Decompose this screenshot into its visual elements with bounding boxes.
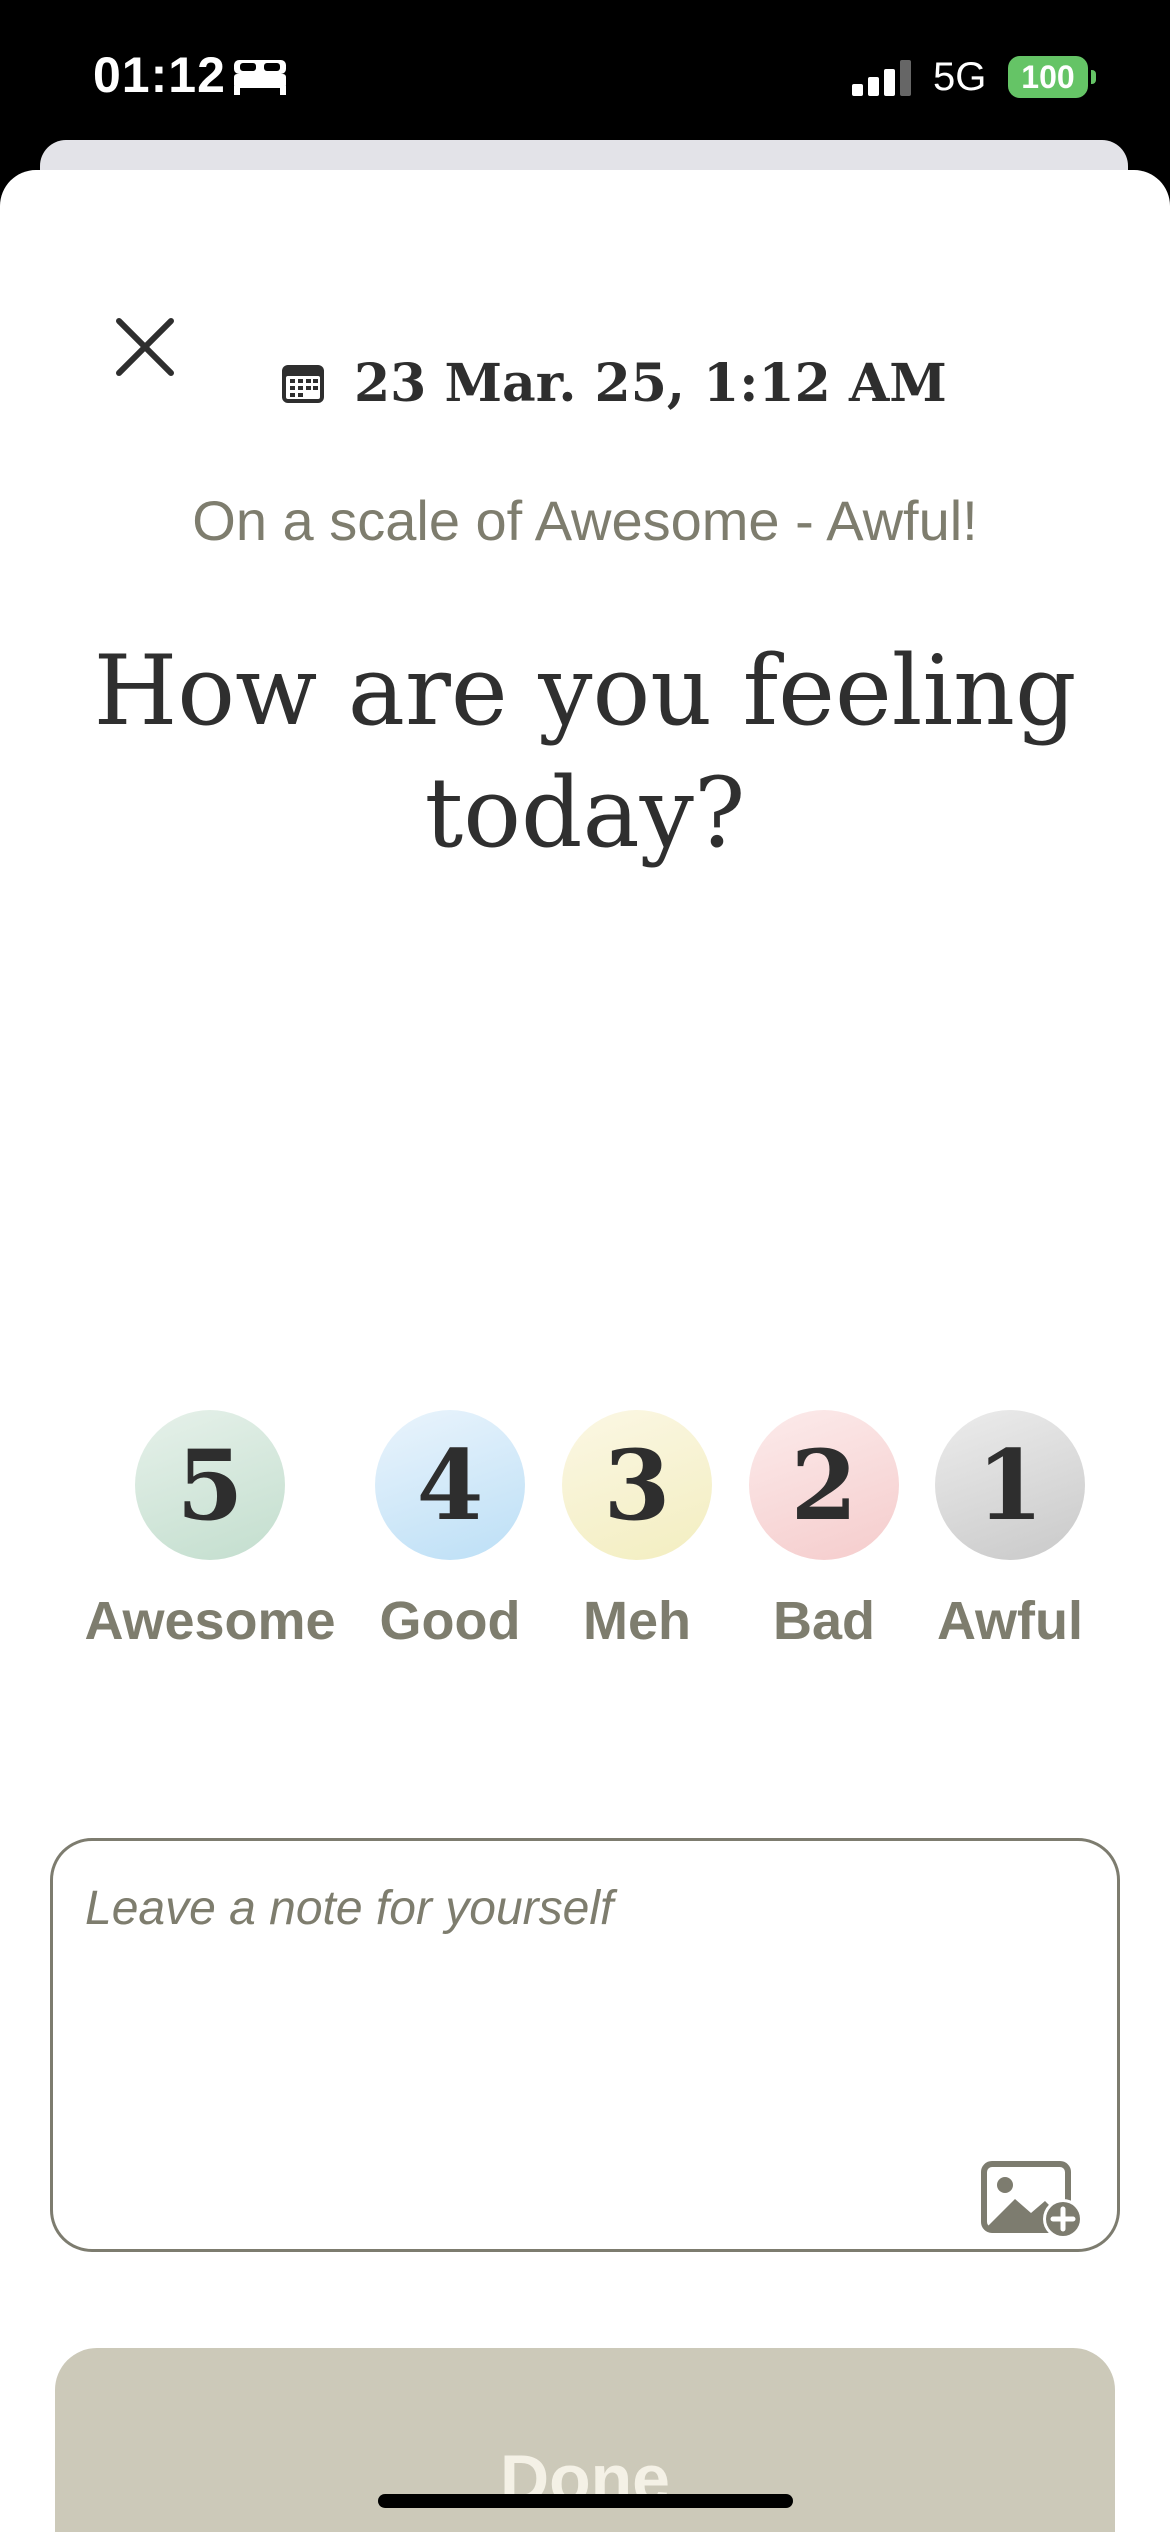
note-input[interactable]: Leave a note for yourself xyxy=(50,1838,1120,2252)
mood-option-awesome[interactable]: 5 Awesome xyxy=(80,1410,340,1670)
mood-label: Awful xyxy=(937,1591,1083,1651)
date-label: 23 Mar. 25, 1:12 AM xyxy=(354,352,947,414)
home-indicator[interactable] xyxy=(378,2494,793,2508)
add-image-icon xyxy=(981,2161,1083,2239)
page-title: How are you feeling today? xyxy=(93,635,1077,869)
status-bar: 01:12 5G 100 xyxy=(0,0,1170,150)
close-icon xyxy=(116,318,174,376)
signal-icon xyxy=(852,60,911,96)
bed-icon xyxy=(234,60,286,95)
mood-entry-sheet: 23 Mar. 25, 1:12 AM On a scale of Awesom… xyxy=(0,170,1170,2532)
battery-indicator: 100 xyxy=(1008,56,1088,98)
mood-circle: 5 xyxy=(135,1410,285,1560)
mood-circle: 3 xyxy=(562,1410,712,1560)
battery-tip xyxy=(1091,70,1096,84)
mood-label: Awesome xyxy=(84,1591,336,1651)
mood-circle: 2 xyxy=(749,1410,899,1560)
network-type: 5G xyxy=(933,55,987,99)
mood-option-awful[interactable]: 1 Awful xyxy=(880,1410,1140,1670)
status-time: 01:12 xyxy=(93,47,226,103)
note-placeholder: Leave a note for yourself xyxy=(85,1882,614,1935)
date-selector[interactable]: 23 Mar. 25, 1:12 AM xyxy=(280,348,947,418)
scale-subtitle: On a scale of Awesome - Awful! xyxy=(192,489,978,552)
add-image-button[interactable] xyxy=(981,2161,1085,2246)
mood-circle: 4 xyxy=(375,1410,525,1560)
calendar-icon xyxy=(282,365,324,403)
mood-circle: 1 xyxy=(935,1410,1085,1560)
close-button[interactable] xyxy=(105,307,185,387)
